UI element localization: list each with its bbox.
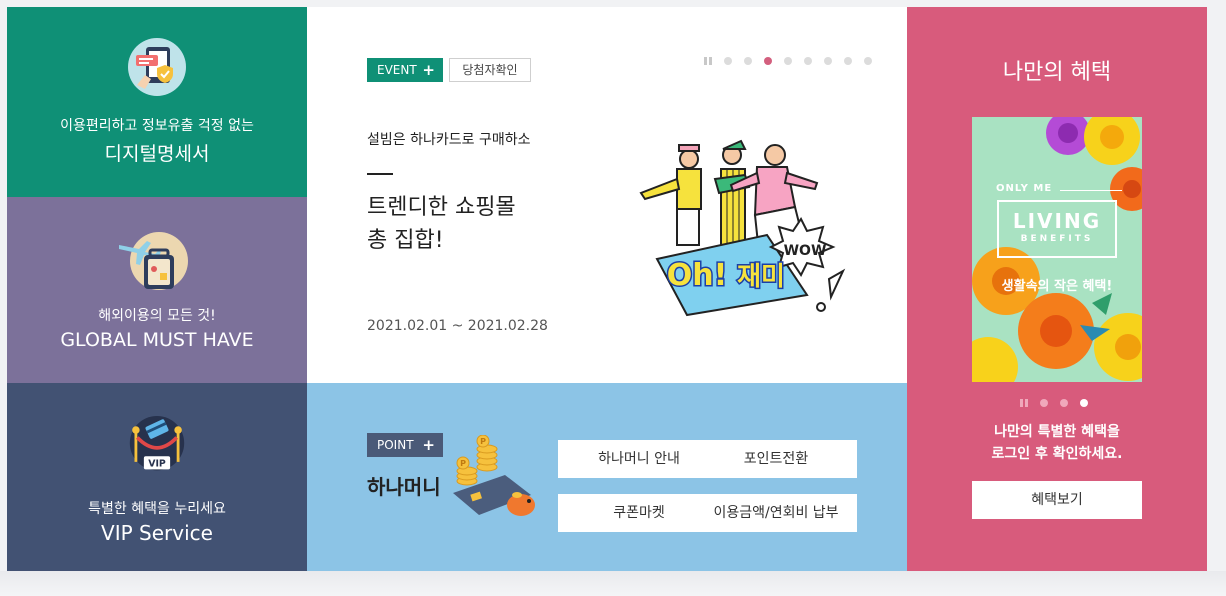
banner-line (1060, 190, 1122, 191)
slide-dot[interactable] (1080, 399, 1088, 407)
payment-fee-button[interactable]: 이용금액/연회비 납부 (695, 494, 857, 532)
event-subtitle: 설빔은 하나카드로 구매하소 (367, 132, 531, 148)
slide-dot[interactable] (744, 57, 752, 65)
vip-panel[interactable]: VIP 특별한 혜택을 누리세요 VIP Service (7, 383, 307, 571)
event-date: 2021.02.01 ~ 2021.02.28 (367, 318, 548, 334)
coin-p-label: P (480, 437, 486, 446)
event-banner[interactable]: EVENT + 당첨자확인 설빔은 하나카드로 구매하소 트렌디한 쇼핑몰 총 … (307, 7, 907, 383)
vip-badge-text: VIP (148, 459, 166, 470)
event-slide-indicator (704, 57, 884, 65)
small-benefits-label: 생활속의 작은 혜택! (1001, 279, 1113, 294)
global-title: GLOBAL MUST HAVE (60, 329, 254, 351)
event-title: 트렌디한 쇼핑몰 총 집합! (367, 195, 516, 253)
benefit-slide-indicator (1020, 399, 1100, 407)
fun-text: 재미 (737, 262, 785, 292)
bottom-divider (0, 571, 1226, 596)
only-me-label: ONLY ME (996, 183, 1053, 194)
living-benefits-box: LIVING BENEFITS (997, 200, 1117, 258)
point-tag-label: POINT (377, 438, 414, 452)
login-benefit-message: 나만의 특별한 혜택을 로그인 후 확인하세요. (991, 424, 1123, 462)
slide-dot[interactable] (1040, 399, 1048, 407)
benefits-label: BENEFITS (1020, 234, 1094, 244)
slide-dot[interactable] (804, 57, 812, 65)
global-subtitle: 해외이용의 모든 것! (98, 308, 216, 324)
event-tag[interactable]: EVENT + (367, 58, 443, 82)
point-tag[interactable]: POINT + (367, 433, 443, 457)
pause-icon[interactable] (704, 57, 712, 65)
main-banner-area: 이용편리하고 정보유출 걱정 없는 디지털명세서 해외이용의 모든 것! GLO… (7, 7, 1207, 571)
digital-statement-title: 디지털명세서 (104, 143, 210, 165)
my-benefits-panel: 나만의 혜택 ONLY ME LIVING BENEFITS 생활속의 작은 혜… (907, 7, 1207, 571)
slide-dot[interactable] (784, 57, 792, 65)
slide-dot[interactable] (844, 57, 852, 65)
slide-dot[interactable] (824, 57, 832, 65)
airplane-suitcase-icon (119, 232, 188, 290)
living-benefits-banner[interactable]: ONLY ME LIVING BENEFITS 생활속의 작은 혜택! (972, 117, 1142, 382)
event-tag-label: EVENT (377, 63, 417, 77)
slide-dot[interactable] (1060, 399, 1068, 407)
view-benefits-button[interactable]: 혜택보기 (972, 481, 1142, 519)
event-divider (367, 173, 393, 175)
global-panel[interactable]: 해외이용의 모든 것! GLOBAL MUST HAVE (7, 197, 307, 383)
digital-statement-subtitle: 이용편리하고 정보유출 걱정 없는 (60, 118, 254, 134)
my-benefits-title: 나만의 혜택 (1002, 60, 1112, 85)
oh-text: Oh! (667, 258, 728, 293)
event-illustration: WOW Oh! 재미 (639, 139, 846, 317)
living-label: LIVING (1012, 209, 1102, 233)
wow-text: WOW (784, 243, 827, 259)
digital-statement-panel[interactable]: 이용편리하고 정보유출 걱정 없는 디지털명세서 (7, 7, 307, 197)
coins-card-piggy-icon: P P (453, 435, 535, 516)
slide-dot[interactable] (864, 57, 872, 65)
slide-dot[interactable] (724, 57, 732, 65)
plus-icon: + (422, 61, 435, 79)
coin-p-label: P (460, 459, 466, 468)
plus-icon: + (422, 436, 435, 454)
vip-title: VIP Service (101, 521, 213, 545)
vip-card-icon: VIP (129, 415, 185, 471)
pause-icon[interactable] (1020, 399, 1028, 407)
winner-check-button[interactable]: 당첨자확인 (449, 58, 531, 82)
point-conversion-button[interactable]: 포인트전환 (695, 440, 857, 478)
phone-shield-icon (128, 38, 186, 96)
hana-money-title: 하나머니 (367, 475, 441, 499)
vip-subtitle: 특별한 혜택을 누리세요 (88, 501, 226, 517)
slide-dot[interactable] (764, 57, 772, 65)
point-section: POINT + 하나머니 P P 하나머니 안내 포인트전환 쿠폰마켓 이용금액… (307, 383, 907, 571)
